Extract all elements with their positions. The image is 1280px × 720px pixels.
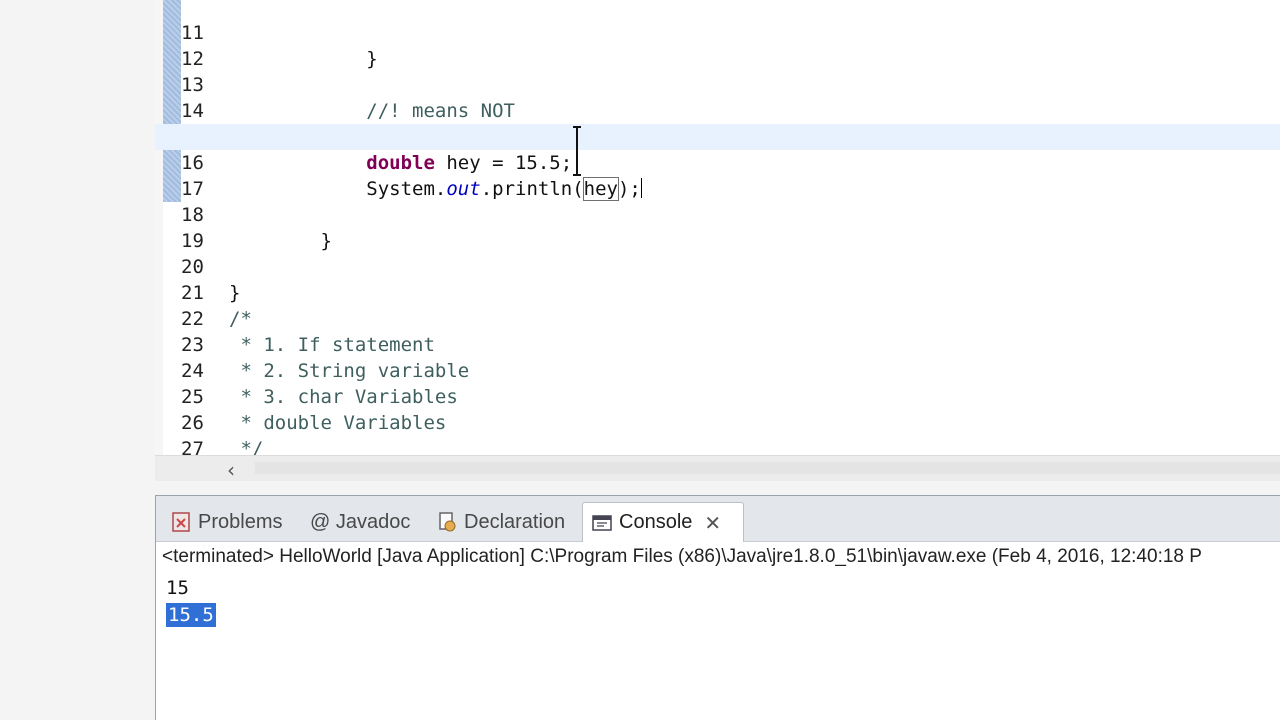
code-line[interactable]: 23 * 2. String variable [155, 306, 1280, 382]
tab-problems[interactable]: Problems [162, 502, 290, 542]
code-line[interactable]: 14 [155, 72, 1280, 122]
scrollbar-track[interactable] [255, 462, 1280, 474]
tab-label: Console [619, 511, 693, 533]
code-line[interactable]: 22 * 1. If statement [155, 280, 1280, 356]
code-line[interactable]: 12 [155, 20, 1280, 70]
console-output-selected[interactable]: 15.5 [166, 603, 216, 627]
console-status-header: <terminated> HelloWorld [Java Applicatio… [162, 546, 1202, 567]
current-code-line[interactable]: 16 System.out.println(hey); [155, 124, 1280, 201]
console-panel: Problems @ Javadoc Declaration Console ✕… [155, 495, 1280, 720]
declaration-icon [439, 512, 456, 532]
code-line[interactable]: 24 * 3. char Variables [155, 332, 1280, 408]
panel-tab-bar: Problems @ Javadoc Declaration Console ✕ [156, 496, 1280, 542]
code-line[interactable]: 13 //! means NOT [155, 46, 1280, 122]
problems-icon [172, 512, 190, 532]
code-line[interactable]: 25 * double Variables [155, 358, 1280, 434]
code-line[interactable]: 15 double hey = 15.5; [155, 98, 1280, 174]
code-line[interactable]: 27 [155, 410, 1280, 455]
left-blank-area [0, 0, 155, 720]
tab-declaration[interactable]: Declaration [428, 502, 573, 542]
tab-console[interactable]: Console ✕ [582, 502, 744, 542]
code-line[interactable]: 20 } [155, 228, 1280, 304]
tab-label: @ Javadoc [310, 510, 411, 533]
code-line[interactable]: 28 [155, 436, 1280, 455]
tab-javadoc[interactable]: @ Javadoc [302, 502, 418, 542]
close-icon[interactable]: ✕ [704, 511, 721, 535]
code-line[interactable]: 11 } [155, 0, 1280, 70]
tab-label: Problems [198, 510, 283, 533]
console-icon [592, 514, 612, 531]
code-line[interactable]: 19 [155, 202, 1280, 252]
tab-label: Declaration [464, 510, 566, 533]
code-line[interactable]: 21 /* [155, 254, 1280, 330]
console-output-line: 15 [166, 577, 189, 599]
code-line[interactable]: 26 */ [155, 384, 1280, 455]
code-editor[interactable]: 11 } 12 13 //! means NOT 14 15 double he… [155, 0, 1280, 455]
code-line[interactable]: 18 } [155, 176, 1280, 252]
code-line[interactable]: 17 [155, 150, 1280, 200]
scroll-left-icon[interactable]: ‹ [227, 458, 235, 482]
horizontal-scrollbar[interactable]: ‹ [155, 455, 1280, 482]
